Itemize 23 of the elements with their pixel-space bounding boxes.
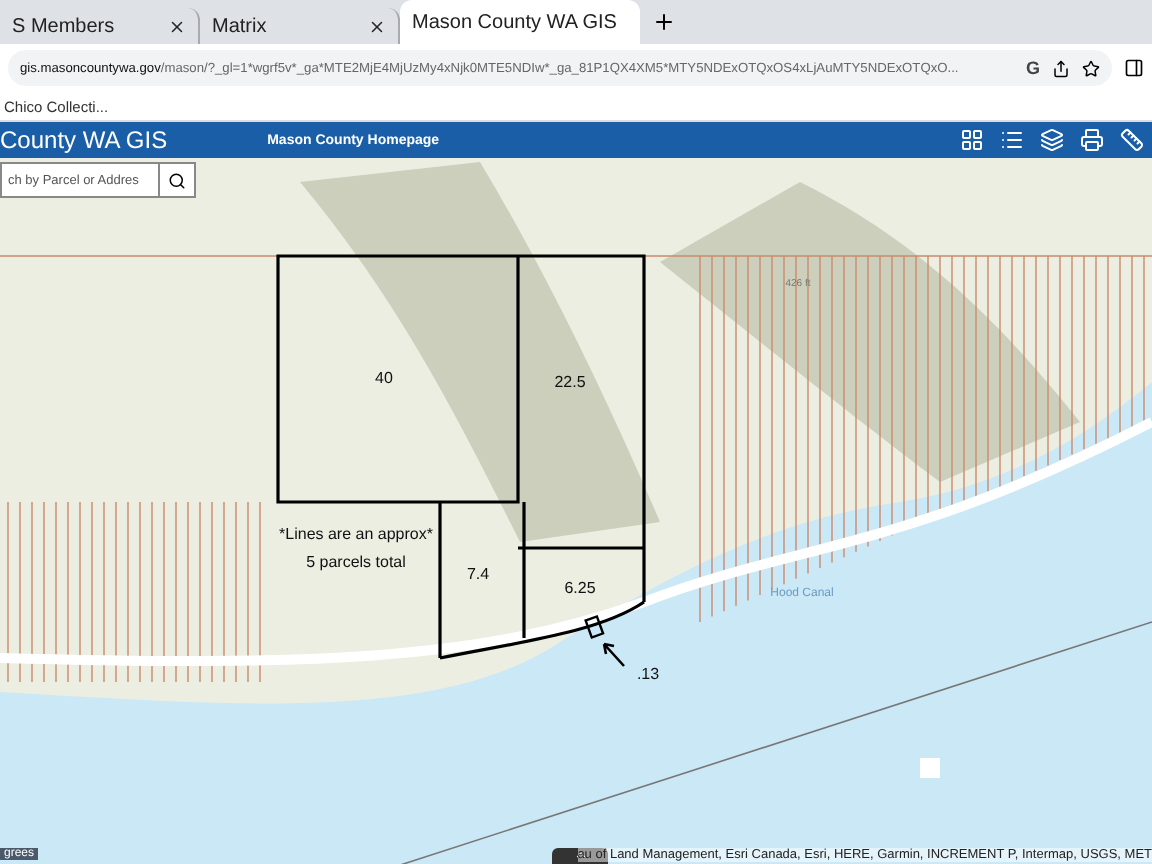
search-icon (168, 171, 186, 189)
ruler-icon[interactable] (1120, 128, 1144, 152)
search-button[interactable] (160, 162, 196, 198)
sidebar-icon[interactable] (1124, 58, 1144, 78)
share-icon[interactable] (1052, 59, 1070, 77)
app-title: County WA GIS (0, 126, 168, 154)
close-icon[interactable] (368, 17, 386, 35)
expand-button[interactable] (552, 848, 608, 864)
parcel-label: .13 (636, 665, 660, 683)
parcel-label: 7.4 (466, 565, 490, 583)
parcel-label: 6.25 (564, 579, 596, 597)
browser-tab[interactable]: Mason County WA GIS (400, 0, 640, 44)
close-icon[interactable] (168, 17, 186, 35)
printer-icon[interactable] (1080, 128, 1104, 152)
map-note: *Lines are an approx* (279, 525, 433, 543)
map-note: 5 parcels total (306, 553, 406, 571)
layers-icon[interactable] (1040, 128, 1064, 152)
parcel-label: 40 (375, 369, 393, 387)
star-icon[interactable] (1082, 59, 1100, 77)
parcel-label: 22.5 (554, 373, 586, 391)
google-icon[interactable]: G (1025, 58, 1040, 78)
grid-icon[interactable] (960, 128, 984, 152)
new-tab-icon[interactable] (652, 10, 676, 34)
